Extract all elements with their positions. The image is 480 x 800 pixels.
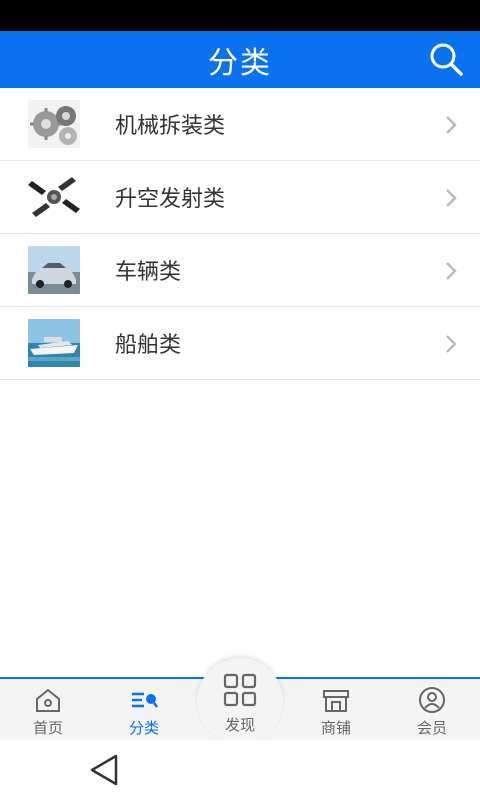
home-icon	[36, 688, 60, 712]
page-title: 分类	[208, 45, 272, 81]
category-label: 机械拆装类	[115, 114, 226, 139]
nav-label: 发现	[224, 716, 255, 734]
nav-label: 首页	[32, 719, 63, 737]
system-nav-bar	[0, 740, 480, 800]
category-item-mechanical[interactable]: 机械拆装类	[0, 88, 480, 161]
car-thumbnail	[28, 246, 80, 294]
category-icon	[132, 692, 158, 708]
nav-label: 商铺	[320, 719, 351, 737]
store-icon	[323, 690, 349, 712]
category-list: 机械拆装类 升空发射类 车辆类 船舶类	[0, 88, 480, 380]
chevron-right-icon	[446, 189, 457, 207]
category-item-vehicle[interactable]: 车辆类	[0, 234, 480, 307]
status-bar	[0, 0, 480, 31]
nav-item-discover[interactable]: 发现	[197, 666, 283, 742]
nav-item-store[interactable]: 商铺	[288, 679, 384, 742]
nav-item-home[interactable]: 首页	[0, 679, 96, 742]
chevron-right-icon	[446, 335, 457, 353]
category-item-launch[interactable]: 升空发射类	[0, 161, 480, 234]
chevron-right-icon	[446, 116, 457, 134]
gears-thumbnail	[28, 100, 80, 148]
grid-icon	[223, 673, 257, 707]
category-label: 船舶类	[115, 333, 182, 358]
nav-label: 会员	[416, 719, 447, 737]
back-icon[interactable]	[88, 753, 120, 787]
app-header: 分类	[0, 31, 480, 88]
nav-item-member[interactable]: 会员	[384, 679, 480, 742]
search-icon[interactable]	[428, 41, 464, 77]
category-item-ship[interactable]: 船舶类	[0, 307, 480, 380]
user-icon	[419, 687, 445, 713]
nav-item-category[interactable]: 分类	[96, 679, 192, 742]
category-label: 车辆类	[115, 260, 182, 285]
satellite-thumbnail	[28, 173, 80, 221]
chevron-right-icon	[446, 262, 457, 280]
ship-thumbnail	[28, 319, 80, 367]
category-label: 升空发射类	[115, 187, 226, 212]
nav-label: 分类	[128, 719, 159, 737]
